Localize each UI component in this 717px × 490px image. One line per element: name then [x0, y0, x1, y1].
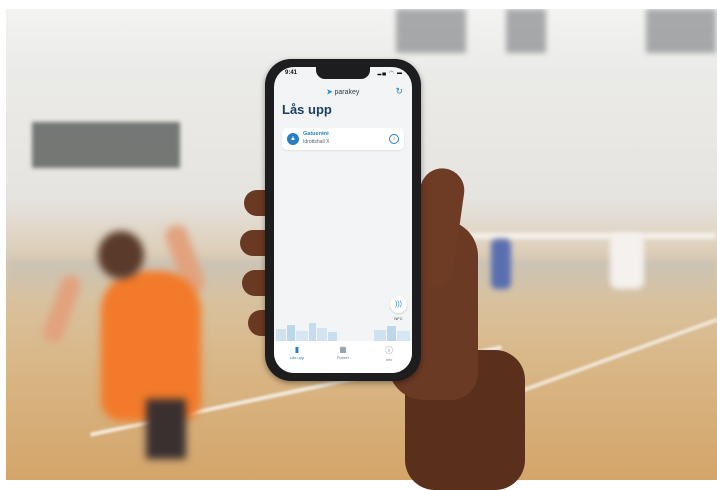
status-time: 9:41 [285, 70, 298, 76]
ceiling-beam [506, 9, 546, 53]
gym-window [32, 122, 180, 168]
tab-las-upp[interactable]: ▮ Lås upp [274, 345, 320, 360]
distant-player [610, 234, 644, 289]
tab-platser[interactable]: ▦ Platser [320, 345, 366, 360]
ceiling-beam [396, 9, 466, 53]
player-head [98, 231, 144, 279]
ceiling-beam [646, 9, 716, 53]
lock-location: Idrottshall X [303, 139, 330, 145]
distant-player [491, 239, 511, 289]
info-circle-icon: ⓘ [385, 346, 393, 355]
tab-label: Info [385, 357, 393, 362]
badminton-net [446, 233, 716, 239]
city-skyline-illustration [276, 323, 410, 341]
brand-name: parakey [334, 89, 360, 96]
lock-card[interactable]: 🔒︎ Gatuentré Idrottshall X i [282, 128, 404, 150]
info-icon[interactable]: i [389, 134, 399, 144]
tab-bar: ▮ Lås upp ▦ Platser ⓘ Info [274, 341, 412, 373]
door-icon: ▮ [294, 345, 300, 354]
tab-label: Platser [336, 355, 350, 360]
notch [316, 67, 370, 79]
building-icon: ▦ [339, 345, 347, 354]
page-title: Lås upp [282, 102, 332, 117]
tab-label: Lås upp [289, 355, 305, 360]
lock-icon: 🔒︎ [287, 133, 299, 145]
nfc-button[interactable]: ))) [390, 296, 407, 313]
lock-name: Gatuentré [303, 131, 329, 137]
status-icons: ▂▄ ◠ ▬ [377, 70, 403, 76]
app-logo: ➤ parakey [274, 88, 412, 96]
phone: 9:41 ▂▄ ◠ ▬ ➤ parakey ↻ Lås upp 🔒︎ Gatuen… [265, 59, 421, 381]
nfc-icon: ))) [395, 301, 402, 308]
player-shorts [146, 399, 186, 459]
app-screen: 9:41 ▂▄ ◠ ▬ ➤ parakey ↻ Lås upp 🔒︎ Gatuen… [274, 67, 412, 373]
refresh-icon[interactable]: ↻ [395, 86, 403, 97]
parakey-logo-icon: ➤ [326, 89, 333, 96]
tab-info[interactable]: ⓘ Info [366, 345, 412, 362]
